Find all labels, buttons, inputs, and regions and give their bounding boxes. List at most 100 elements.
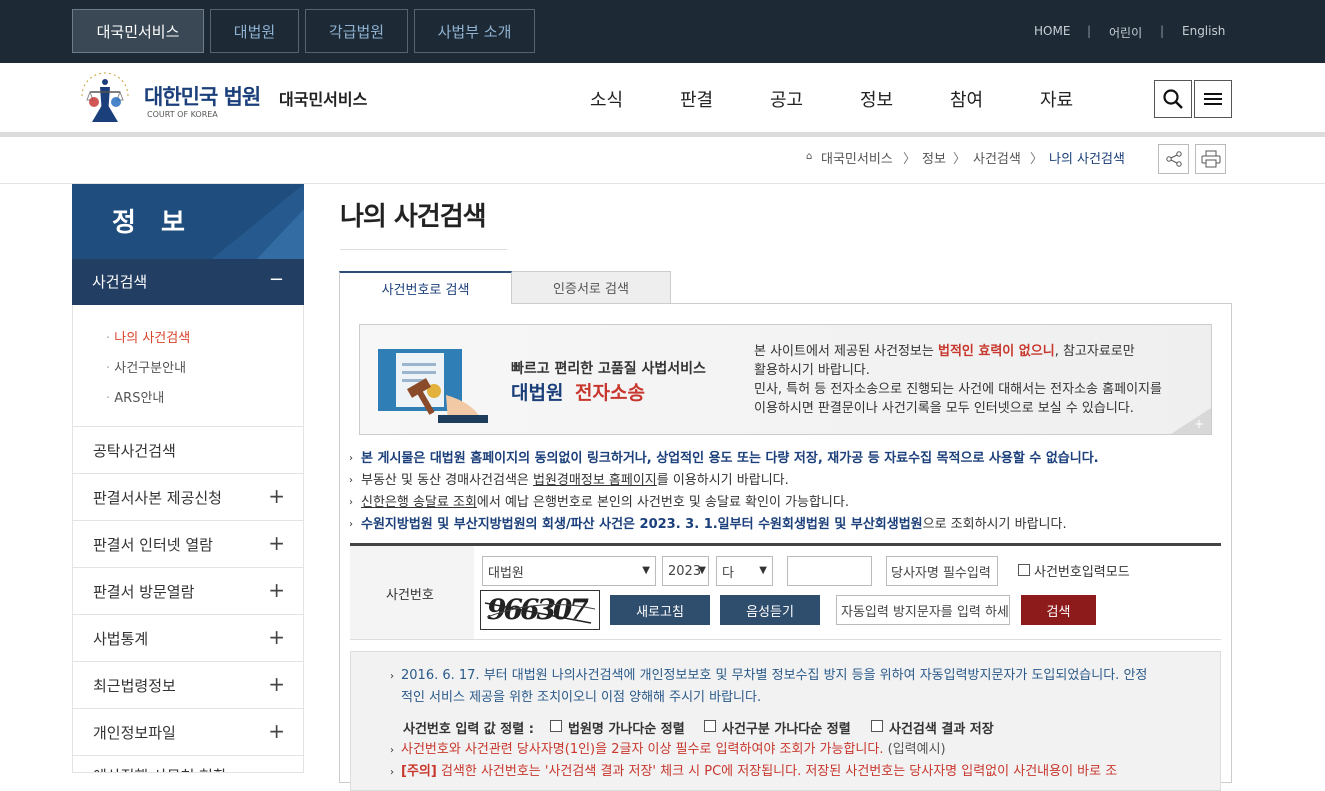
party-name-input[interactable]: 당사자명 필수입력 <box>886 556 998 586</box>
sort-case-type-checkbox[interactable] <box>704 720 716 732</box>
bullet-icon: › <box>390 745 394 756</box>
breadcrumb-separator: 〉 <box>1030 152 1044 167</box>
sidebar-item-statistics[interactable]: 사법통계 + <box>72 615 304 662</box>
sidebar-item-privacy-files[interactable]: 개인정보파일 + <box>72 709 304 756</box>
sidebar-item-judgment-copy[interactable]: 판결서사본 제공신청 + <box>72 474 304 521</box>
utility-divider: | <box>1087 24 1092 38</box>
sidebar-item-recent-laws[interactable]: 최근법령정보 + <box>72 662 304 709</box>
title-underline <box>340 249 507 250</box>
sort-label: 사건번호 입력 값 정렬 : <box>403 722 534 737</box>
court-select[interactable]: 대법원 ▼ <box>482 556 656 586</box>
plus-icon: + <box>268 531 285 555</box>
english-link[interactable]: English <box>1182 24 1225 38</box>
top-tab-supreme-court[interactable]: 대법원 <box>210 9 299 53</box>
sidebar-subitem-ars-guide[interactable]: · ARS안내 <box>106 387 164 406</box>
case-number-mode-checkbox[interactable] <box>1018 564 1030 576</box>
menu-button[interactable] <box>1194 80 1232 118</box>
share-icon <box>1165 151 1182 167</box>
plus-icon: + <box>268 719 285 743</box>
breadcrumb-item[interactable]: 정보 <box>922 148 946 167</box>
search-button[interactable] <box>1154 80 1192 118</box>
captcha-refresh-button[interactable]: 새로고침 <box>610 595 710 625</box>
e-litigation-banner[interactable]: 빠르고 편리한 고품질 사법서비스 대법원 전자소송 본 사이트에서 제공된 사… <box>359 324 1212 435</box>
hamburger-icon <box>1204 93 1222 105</box>
form-top-border <box>350 543 1221 546</box>
plus-icon: + <box>268 484 285 508</box>
plus-icon: + <box>268 578 285 602</box>
banner-name-a: 대법원 <box>511 382 564 404</box>
shinhan-fee-link[interactable]: 신한은행 송달료 조회 <box>361 495 477 510</box>
info-captcha-notice: 2016. 6. 17. 부터 대법원 나의사건검색에 개인정보보호 및 무차별… <box>401 668 1148 683</box>
printer-icon <box>1201 150 1220 168</box>
save-result-checkbox[interactable] <box>871 720 883 732</box>
tab-case-number-search[interactable]: 사건번호로 검색 <box>339 271 512 304</box>
gnb-notice[interactable]: 공고 <box>770 86 803 112</box>
notice-bank: 신한은행 송달료 조회에서 예납 은행번호로 본인의 사건번호 및 송달료 확인… <box>361 495 849 510</box>
top-tab-public-service[interactable]: 대국민서비스 <box>72 9 204 53</box>
info-caution: [주의] 검색한 사건번호는 '사건검색 결과 저장' 체크 시 PC에 저장됩… <box>401 764 1118 779</box>
year-select[interactable]: 2023 ▼ <box>662 556 709 586</box>
plus-icon: + <box>268 672 285 696</box>
top-tab-courts[interactable]: 각급법원 <box>305 9 408 53</box>
gnb-judgment[interactable]: 판결 <box>680 86 713 112</box>
banner-tagline: 빠르고 편리한 고품질 사법서비스 <box>511 361 706 377</box>
captcha-image: 966307 <box>480 590 600 630</box>
auction-info-link[interactable]: 법원경매정보 홈페이지 <box>533 473 657 488</box>
bullet-icon: › <box>349 453 353 464</box>
logo-subtitle: COURT OF KOREA <box>147 110 218 119</box>
input-example-link[interactable]: (입력예시) <box>888 742 946 757</box>
top-tab-judiciary-intro[interactable]: 사법부 소개 <box>414 9 535 53</box>
plus-icon: + <box>268 625 285 649</box>
home-link[interactable]: HOME <box>1034 24 1070 38</box>
sidebar-item-judgment-online[interactable]: 판결서 인터넷 열람 + <box>72 521 304 568</box>
chevron-down-icon: ▼ <box>759 565 767 576</box>
chevron-down-icon: ▼ <box>698 565 706 576</box>
breadcrumb-item[interactable]: 사건검색 <box>973 148 1021 167</box>
sidebar-subitem-case-type-guide[interactable]: · 사건구분안내 <box>106 357 186 376</box>
page-title: 나의 사건검색 <box>340 202 487 232</box>
sidebar-title: 정 보 <box>72 184 304 259</box>
banner-more-icon[interactable]: + <box>1194 417 1204 431</box>
gnb-participation[interactable]: 참여 <box>950 86 983 112</box>
case-number-mode-label: 사건번호입력모드 <box>1034 565 1130 580</box>
gnb-info[interactable]: 정보 <box>860 86 893 112</box>
sort-case-type-label: 사건구분 가나다순 정렬 <box>722 722 851 737</box>
case-type-select[interactable]: 다 ▼ <box>716 556 773 586</box>
sidebar-item-budget[interactable]: 예산집행 사무처 현황 <box>72 756 304 773</box>
breadcrumb-item[interactable]: 대국민서비스 <box>821 148 893 167</box>
notice-rehab-court: 수원지방법원 및 부산지방법원의 회생/파산 사건은 2023. 3. 1.일부… <box>361 517 1067 532</box>
gavel-document-icon <box>378 349 488 423</box>
banner-description: 본 사이트에서 제공된 사건정보는 법적인 효력이 없으니, 참고자료로만 활용… <box>754 344 1162 416</box>
bullet-icon: › <box>349 519 353 530</box>
court-emblem-icon[interactable] <box>74 70 136 125</box>
sort-court-checkbox[interactable] <box>550 720 562 732</box>
breadcrumb-separator: 〉 <box>903 152 917 167</box>
search-submit-button[interactable]: 검색 <box>1021 595 1096 625</box>
bullet-icon: › <box>349 497 353 508</box>
sort-court-label: 법원명 가나다순 정렬 <box>568 722 685 737</box>
breadcrumb-bar <box>0 137 1325 184</box>
logo-title[interactable]: 대한민국 법원 <box>144 81 261 111</box>
share-button[interactable] <box>1158 144 1189 174</box>
case-number-input[interactable] <box>787 556 872 586</box>
case-number-label: 사건번호 <box>386 588 434 603</box>
notice-auction: 부동산 및 동산 경매사건검색은 법원경매정보 홈페이지를 이용하시기 바랍니다… <box>361 473 789 488</box>
captcha-input[interactable]: 자동입력 방지문자를 입력 하세요 <box>836 595 1010 625</box>
bullet-icon: › <box>390 671 394 682</box>
sidebar-item-deposit-search[interactable]: 공탁사건검색 <box>72 427 304 474</box>
sidebar-title-text: 정 보 <box>112 208 193 238</box>
sidebar-item-judgment-visit[interactable]: 판결서 방문열람 + <box>72 568 304 615</box>
gnb-resources[interactable]: 자료 <box>1040 86 1073 112</box>
home-icon: ⌂ <box>806 151 813 162</box>
print-button[interactable] <box>1195 144 1226 174</box>
service-name: 대국민서비스 <box>279 90 368 109</box>
chevron-down-icon: ▼ <box>642 565 650 576</box>
gnb-news[interactable]: 소식 <box>590 86 623 112</box>
sidebar-subitem-my-case-search[interactable]: · 나의 사건검색 <box>106 327 190 346</box>
collapse-icon: − <box>268 269 284 290</box>
sidebar-item-case-search[interactable]: 사건검색 − <box>72 259 304 305</box>
captcha-audio-button[interactable]: 음성듣기 <box>720 595 820 625</box>
form-bottom-border <box>350 639 1221 640</box>
kids-link[interactable]: 어린이 <box>1109 24 1142 41</box>
tab-certificate-search[interactable]: 인증서로 검색 <box>511 271 671 304</box>
